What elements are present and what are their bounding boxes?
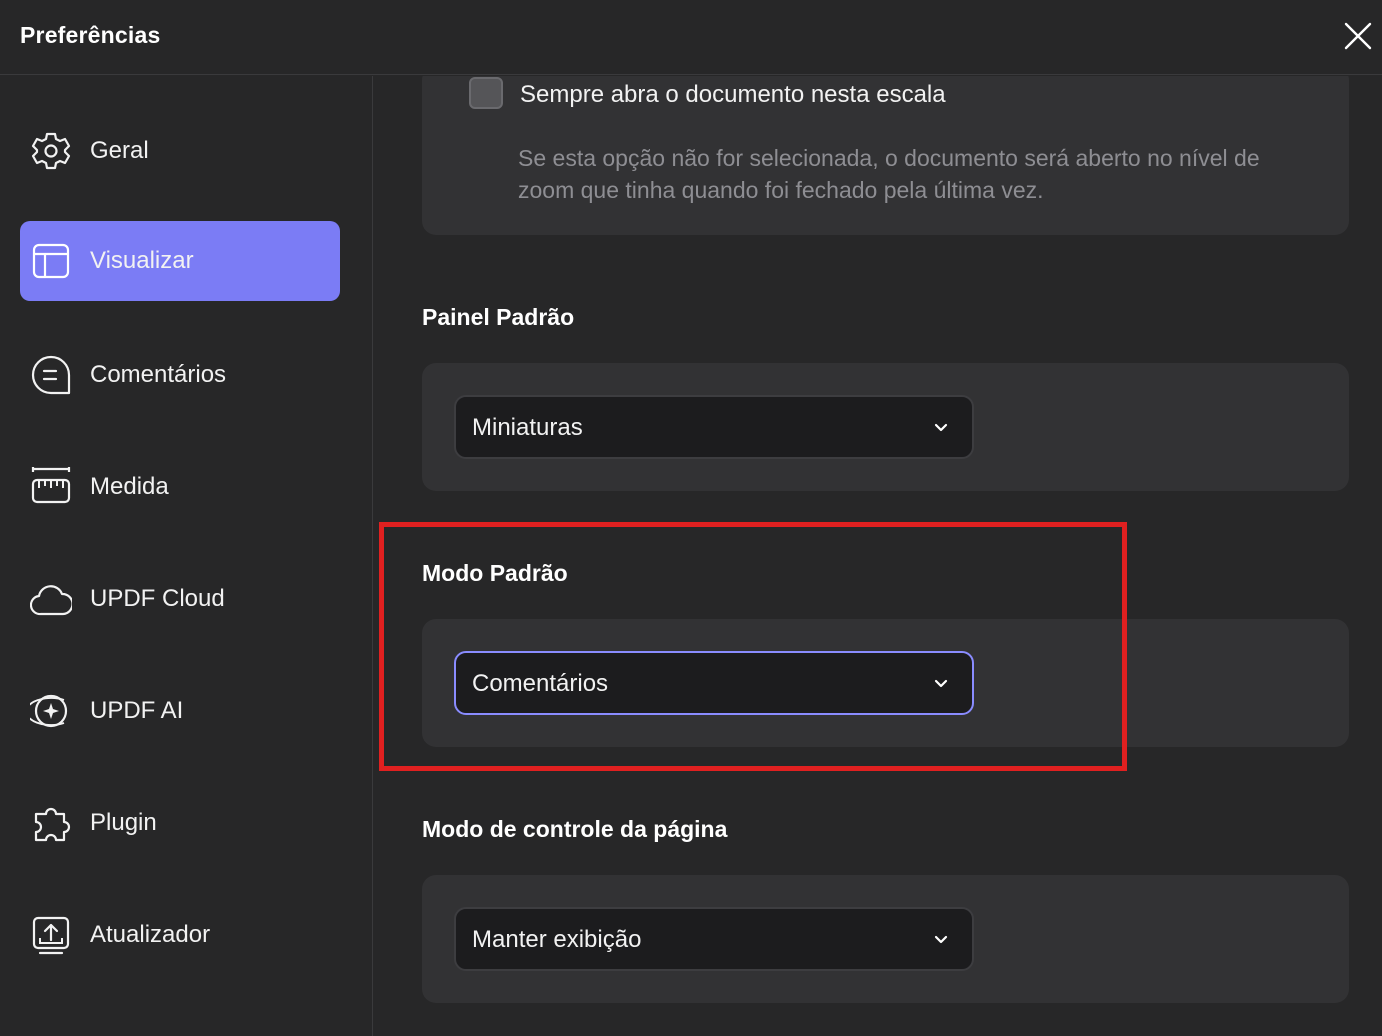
sidebar-item-label: Geral bbox=[90, 137, 149, 164]
painel-padrao-select[interactable]: Miniaturas bbox=[454, 395, 974, 459]
modo-controle-select[interactable]: Manter exibição bbox=[454, 907, 974, 971]
window-title: Preferências bbox=[20, 22, 161, 48]
sidebar-item-medida[interactable]: Medida bbox=[20, 447, 340, 527]
select-value: Comentários bbox=[472, 670, 609, 697]
puzzle-icon bbox=[34, 807, 71, 842]
close-icon bbox=[1344, 22, 1372, 50]
sidebar-item-label: UPDF AI bbox=[90, 697, 184, 724]
sidebar-item-label: Visualizar bbox=[90, 247, 194, 274]
title-bar: Preferências bbox=[0, 0, 1382, 75]
helper-line: Se esta opção não for selecionada, o doc… bbox=[518, 145, 1260, 171]
painel-padrao-card: Miniaturas bbox=[422, 363, 1349, 491]
sidebar-item-updf-ai[interactable]: UPDF AI bbox=[20, 671, 340, 751]
sidebar-item-plugin[interactable]: Plugin bbox=[20, 783, 340, 863]
sidebar-item-label: Atualizador bbox=[90, 921, 211, 948]
gear-icon bbox=[31, 132, 71, 170]
zoom-option-card: Sempre abra o documento nesta escala Se … bbox=[422, 76, 1349, 235]
sidebar-item-label: Comentários bbox=[90, 361, 227, 388]
modo-controle-card: Manter exibição bbox=[422, 875, 1349, 1003]
chevron-down-icon bbox=[934, 423, 948, 432]
preferences-window: Preferências Geral Visualizar Comentário… bbox=[0, 0, 1382, 1036]
update-icon bbox=[32, 916, 70, 955]
settings-content: Sempre abra o documento nesta escala Se … bbox=[374, 76, 1382, 1036]
ruler-icon bbox=[31, 467, 71, 504]
sidebar-item-label: UPDF Cloud bbox=[90, 585, 225, 612]
sidebar-item-geral[interactable]: Geral bbox=[20, 111, 340, 191]
sidebar: Geral Visualizar Comentários Medida UPDF… bbox=[0, 76, 373, 1036]
sidebar-item-atualizador[interactable]: Atualizador bbox=[20, 895, 340, 975]
select-value: Manter exibição bbox=[472, 926, 642, 953]
ai-sparkle-icon bbox=[30, 694, 68, 728]
modo-padrao-select[interactable]: Comentários bbox=[454, 651, 974, 715]
sidebar-item-comentarios[interactable]: Comentários bbox=[20, 335, 340, 415]
cloud-icon bbox=[30, 585, 72, 616]
comment-icon bbox=[31, 355, 71, 395]
helper-line: zoom que tinha quando foi fechado pela ú… bbox=[518, 177, 1044, 203]
sidebar-item-visualizar[interactable]: Visualizar bbox=[20, 221, 340, 301]
chevron-down-icon bbox=[934, 935, 948, 944]
section-title-modo-controle: Modo de controle da página bbox=[422, 816, 728, 842]
chevron-down-icon bbox=[934, 679, 948, 688]
select-value: Miniaturas bbox=[472, 414, 583, 441]
always-open-scale-checkbox[interactable] bbox=[469, 77, 503, 109]
sidebar-item-label: Plugin bbox=[90, 809, 157, 836]
layout-icon bbox=[32, 243, 70, 279]
helper-text: Se esta opção não for selecionada, o doc… bbox=[518, 142, 1308, 206]
close-button[interactable] bbox=[1340, 18, 1376, 54]
modo-padrao-card: Comentários bbox=[422, 619, 1349, 747]
checkbox-label: Sempre abra o documento nesta escala bbox=[520, 81, 946, 108]
section-title-painel-padrao: Painel Padrão bbox=[422, 304, 575, 330]
sidebar-item-label: Medida bbox=[90, 473, 169, 500]
sidebar-item-updf-cloud[interactable]: UPDF Cloud bbox=[20, 559, 340, 639]
section-title-modo-padrao: Modo Padrão bbox=[422, 560, 568, 586]
